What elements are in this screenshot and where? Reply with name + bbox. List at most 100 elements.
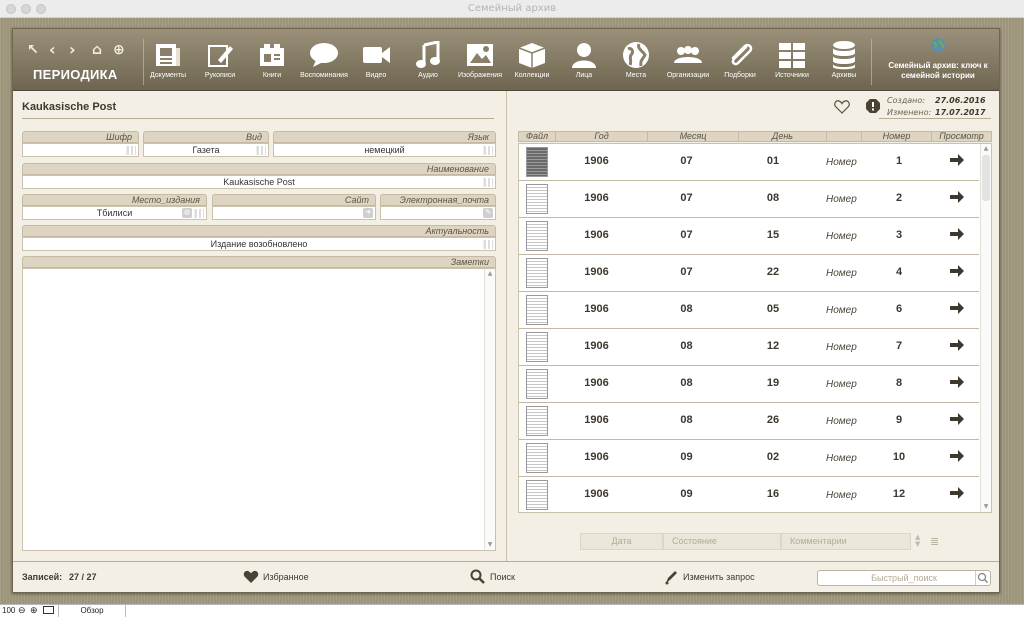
filter-stepper-icon[interactable]: ▲ ▼ (915, 534, 920, 548)
add-record-icon[interactable]: ⊕ (113, 43, 125, 57)
issue-thumbnail[interactable] (526, 332, 548, 362)
view-arrow-icon[interactable] (949, 301, 965, 320)
favorites-button[interactable]: Избранное (263, 572, 309, 582)
toggle-toolbar-icon[interactable] (43, 606, 54, 614)
field-label: Место_издания (22, 194, 207, 206)
table-row[interactable]: 1906 08 05 Номер 6 (519, 292, 979, 329)
value-list-icon[interactable] (483, 240, 493, 249)
brand-label: Семейный архив: ключ к семейной истории (888, 61, 988, 80)
kind-input[interactable]: Газета (143, 143, 269, 157)
issue-thumbnail[interactable] (526, 369, 548, 399)
view-arrow-icon[interactable] (949, 486, 965, 505)
toolbar-sources-button[interactable]: Источники (764, 39, 820, 89)
toolbar-memoirs-button[interactable]: Воспоминания (296, 39, 352, 89)
view-arrow-icon[interactable] (949, 264, 965, 283)
table-row[interactable]: 1906 08 12 Номер 7 (519, 329, 979, 366)
open-link-arrow-icon[interactable]: ➜ (363, 208, 373, 218)
toolbar-manuscripts-button[interactable]: Рукописи (192, 39, 248, 89)
issue-thumbnail[interactable] (526, 221, 548, 251)
scroll-thumb[interactable] (982, 155, 990, 201)
number-cell: 9 (895, 414, 903, 426)
value-list-icon[interactable] (256, 146, 266, 155)
place-input[interactable]: Тбилиси ◍ (22, 206, 207, 220)
view-arrow-icon[interactable] (949, 375, 965, 394)
language-input[interactable]: немецкий (273, 143, 496, 157)
name-input[interactable]: Kaukasische Post (22, 175, 496, 189)
date-filter[interactable]: Дата (580, 533, 663, 550)
view-mode-selector[interactable]: Обзор (58, 605, 126, 617)
quick-search-icon[interactable] (975, 571, 990, 585)
toolbar-audio-button[interactable]: Аудио (400, 39, 456, 89)
important-flag-icon[interactable] (865, 98, 881, 118)
cipher-input[interactable] (22, 143, 139, 157)
zoom-out-icon[interactable]: ⊖ (18, 605, 26, 616)
notes-textarea[interactable]: ▲ ▼ (22, 268, 496, 551)
value-list-icon[interactable] (126, 146, 136, 155)
favorites-heart-icon[interactable] (243, 570, 259, 589)
toolbar-video-button[interactable]: Видео (348, 39, 404, 89)
issue-thumbnail[interactable] (526, 443, 548, 473)
site-input[interactable]: ➜ (212, 206, 376, 220)
toolbar-persons-button[interactable]: Лица (556, 39, 612, 89)
comments-filter[interactable]: Комментарии (781, 533, 911, 550)
email-input[interactable]: ✎ (380, 206, 496, 220)
previous-record-icon[interactable]: ‹ (49, 42, 56, 58)
toolbar-selections-button[interactable]: Подборки (712, 39, 768, 89)
issue-thumbnail[interactable] (526, 406, 548, 436)
table-row[interactable]: 1906 08 26 Номер 9 (519, 403, 979, 440)
globe-lookup-icon[interactable]: ◍ (182, 208, 192, 218)
issue-thumbnail[interactable] (526, 184, 548, 214)
toolbar-organizations-button[interactable]: Организации (660, 39, 716, 89)
view-arrow-icon[interactable] (949, 338, 965, 357)
toolbar-books-button[interactable]: Книги (244, 39, 300, 89)
table-row[interactable]: 1906 07 22 Номер 4 (519, 255, 979, 292)
toolbar-archives-button[interactable]: Архивы (816, 39, 872, 89)
back-to-start-icon[interactable]: ↖ (27, 43, 39, 57)
issues-scrollbar[interactable]: ▲ ▼ (980, 144, 991, 512)
state-filter[interactable]: Состояние (663, 533, 781, 550)
home-icon[interactable]: ⌂ (92, 43, 102, 57)
search-button[interactable]: Поиск (490, 572, 515, 582)
zoom-level[interactable]: 100 (2, 606, 15, 615)
next-record-icon[interactable]: › (69, 42, 76, 58)
table-row[interactable]: 1906 09 16 Номер 12 (519, 477, 979, 512)
table-row[interactable]: 1906 09 02 Номер 10 (519, 440, 979, 477)
issue-thumbnail[interactable] (526, 480, 548, 510)
toolbar-documents-button[interactable]: Документы (140, 39, 196, 89)
modify-query-button[interactable]: Изменить запрос (683, 572, 755, 582)
view-arrow-icon[interactable] (949, 412, 965, 431)
relevance-input[interactable]: Издание возобновлено (22, 237, 496, 251)
view-arrow-icon[interactable] (949, 449, 965, 468)
quick-search-input[interactable]: Быстрый_поиск (817, 570, 991, 586)
view-arrow-icon[interactable] (949, 227, 965, 246)
value-list-icon[interactable] (483, 146, 493, 155)
issue-thumbnail[interactable] (526, 258, 548, 288)
issue-thumbnail[interactable] (526, 147, 548, 177)
box-icon (504, 39, 560, 71)
value-list-icon[interactable] (483, 178, 493, 187)
view-arrow-icon[interactable] (949, 153, 965, 172)
value-list-icon[interactable] (194, 209, 204, 218)
search-icon[interactable] (470, 569, 485, 589)
notes-scrollbar[interactable]: ▲ ▼ (484, 269, 495, 550)
table-row[interactable]: 1906 07 15 Номер 3 (519, 218, 979, 255)
filter-menu-icon[interactable]: ≣ (930, 535, 939, 548)
scroll-down-icon[interactable]: ▼ (485, 540, 495, 550)
toolbar-collections-button[interactable]: Коллекции (504, 39, 560, 89)
field-label: Сайт (212, 194, 376, 206)
created-label: Создано: (887, 96, 925, 105)
issue-thumbnail[interactable] (526, 295, 548, 325)
scroll-up-icon[interactable]: ▲ (485, 269, 495, 279)
scroll-up-icon[interactable]: ▲ (981, 144, 991, 154)
toolbar-places-button[interactable]: Места (608, 39, 664, 89)
favorite-heart-icon[interactable] (834, 99, 850, 118)
view-arrow-icon[interactable] (949, 190, 965, 209)
scroll-down-icon[interactable]: ▼ (981, 502, 991, 512)
toolbar-images-button[interactable]: Изображения (452, 39, 508, 89)
compose-pen-icon[interactable]: ✎ (483, 208, 493, 218)
table-row[interactable]: 1906 07 08 Номер 2 (519, 181, 979, 218)
zoom-in-icon[interactable]: ⊕ (30, 605, 38, 616)
modify-query-icon[interactable] (664, 569, 678, 590)
table-row[interactable]: 1906 08 19 Номер 8 (519, 366, 979, 403)
table-row[interactable]: 1906 07 01 Номер 1 (519, 144, 979, 181)
